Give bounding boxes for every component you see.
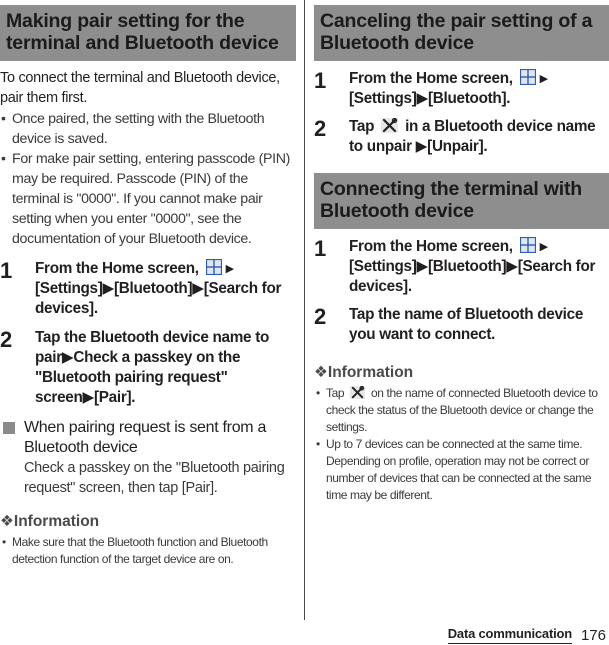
step-text: Tap the Bluetooth device name to pair▶Ch… — [35, 329, 270, 406]
page-footer: Data communication 176 — [409, 626, 609, 644]
information-text: Make sure that the Bluetooth function an… — [12, 535, 268, 566]
home-grid-icon — [519, 237, 536, 253]
information-item: • Tap on the name of connected Bluetooth … — [314, 385, 609, 436]
step-1: 1 From the Home screen, ▶ [Settings]▶[Bl… — [0, 259, 296, 319]
bullet-dot: • — [316, 437, 320, 451]
arrow-icon: ▶ — [225, 263, 234, 275]
step-number: 1 — [314, 68, 326, 93]
bullet-item: • Once paired, the setting with the Bluet… — [0, 109, 296, 149]
connect-step-1: 1 From the Home screen, ▶ [Settings]▶[Bl… — [314, 237, 609, 297]
arrow-icon: ▶ — [539, 241, 548, 253]
section-heading-connecting: Connecting the terminal with Bluetooth d… — [314, 173, 609, 229]
diamond-icon: ❖ — [314, 364, 328, 381]
intro-text: To connect the terminal and Bluetooth de… — [0, 70, 280, 106]
information-heading: ❖Information — [0, 512, 296, 532]
bullet-item: • For make pair setting, entering passcod… — [0, 149, 296, 249]
page-number: 176 — [580, 627, 606, 644]
settings-tool-icon — [381, 118, 399, 133]
information-title: Information — [13, 513, 100, 530]
cancel-step-1: 1 From the Home screen, ▶ [Settings]▶[Bl… — [314, 69, 609, 109]
information-text: Tap — [326, 386, 345, 400]
bullet-dot: • — [316, 386, 320, 400]
bullet-dot: • — [2, 535, 6, 549]
home-grid-icon — [205, 259, 222, 275]
column-divider — [304, 0, 305, 620]
diamond-icon: ❖ — [0, 513, 14, 530]
home-grid-icon — [519, 69, 536, 85]
bullet-dot: • — [1, 151, 6, 167]
step-text: Tap — [349, 118, 375, 135]
right-column: Canceling the pair setting of a Bluetoot… — [314, 0, 609, 504]
section-heading-making-pair: Making pair setting for the terminal and… — [0, 5, 296, 61]
step-text: [Settings]▶[Bluetooth]▶[Search for devic… — [349, 258, 596, 295]
step-text: [Settings]▶[Bluetooth]. — [349, 90, 511, 107]
step-number: 1 — [314, 236, 326, 261]
step-text: From the Home screen, — [349, 238, 513, 255]
subsection-body: Check a passkey on the "Bluetooth pairin… — [24, 460, 285, 496]
bullet-dot: • — [1, 111, 6, 127]
information-title: Information — [327, 364, 414, 381]
step-text: Tap the name of Bluetooth device you wan… — [349, 306, 584, 343]
step-text: From the Home screen, — [35, 260, 199, 277]
subsection-title: When pairing request is sent from a Blue… — [24, 419, 267, 456]
information-list: • Make sure that the Bluetooth function a… — [0, 534, 296, 568]
connect-step-2: 2 Tap the name of Bluetooth device you w… — [314, 305, 609, 345]
step-number: 2 — [314, 116, 326, 141]
cancel-step-2: 2 Tap in a Bluetooth device name to unpa… — [314, 117, 609, 157]
information-heading: ❖Information — [314, 363, 609, 383]
step-number: 1 — [0, 258, 12, 283]
settings-tool-icon — [350, 386, 366, 399]
bullet-list: • Once paired, the setting with the Bluet… — [0, 109, 296, 249]
information-text: Up to 7 devices can be connected at the … — [326, 437, 592, 502]
footer-section-label: Data communication — [447, 626, 572, 644]
step-number: 2 — [314, 304, 326, 329]
step-2: 2 Tap the Bluetooth device name to pair▶… — [0, 328, 296, 408]
information-item: • Up to 7 devices can be connected at the… — [314, 436, 609, 504]
left-column: Making pair setting for the terminal and… — [0, 0, 296, 568]
arrow-icon: ▶ — [539, 73, 548, 85]
section-heading-canceling-pair: Canceling the pair setting of a Bluetoot… — [314, 5, 609, 61]
bullet-text: Once paired, the setting with the Blueto… — [12, 111, 265, 147]
step-text: [Settings]▶[Bluetooth]▶[Search for devic… — [35, 280, 282, 317]
subsection-heading: When pairing request is sent from a Blue… — [0, 418, 296, 458]
bullet-text: For make pair setting, entering passcode… — [12, 151, 291, 247]
information-text: on the name of connected Bluetooth devic… — [326, 386, 598, 434]
step-text: From the Home screen, — [349, 70, 513, 87]
information-list: • Tap on the name of connected Bluetooth … — [314, 385, 609, 504]
step-number: 2 — [0, 327, 12, 352]
information-item: • Make sure that the Bluetooth function a… — [0, 534, 296, 568]
square-bullet-icon — [3, 422, 15, 434]
